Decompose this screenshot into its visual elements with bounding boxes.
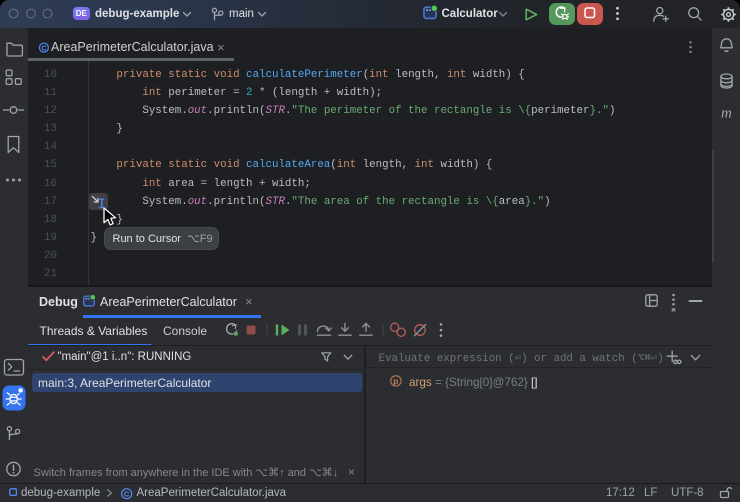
svg-text:C: C bbox=[124, 489, 130, 498]
svg-text:m: m bbox=[721, 106, 732, 122]
svg-text:C: C bbox=[41, 43, 47, 52]
svg-text:p: p bbox=[393, 376, 398, 386]
